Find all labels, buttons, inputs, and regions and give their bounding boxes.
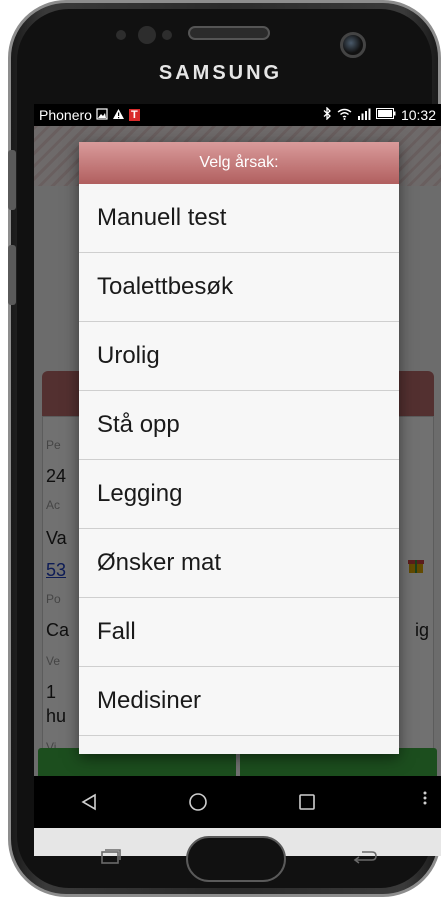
carrier-name: Phonero bbox=[39, 107, 92, 123]
back-key-icon[interactable] bbox=[352, 848, 378, 871]
signal-icon bbox=[357, 108, 371, 123]
reason-item-manual-test[interactable]: Manuell test bbox=[79, 184, 399, 253]
reason-item-fall[interactable]: Fall bbox=[79, 598, 399, 667]
reason-dialog: Velg årsak: Manuell test Toalettbesøk Ur… bbox=[79, 142, 399, 754]
volume-button bbox=[8, 150, 16, 210]
status-bar: Phonero T 10:32 bbox=[34, 104, 441, 126]
reason-item-medicine[interactable]: Medisiner bbox=[79, 667, 399, 736]
wifi-icon bbox=[337, 108, 352, 123]
battery-icon bbox=[375, 108, 396, 122]
front-camera bbox=[340, 32, 366, 58]
more-icon[interactable] bbox=[423, 790, 427, 806]
recents-icon[interactable] bbox=[287, 782, 327, 822]
warning-icon bbox=[112, 108, 125, 123]
status-right: 10:32 bbox=[323, 106, 436, 123]
sensor bbox=[116, 30, 126, 40]
bluetooth-icon bbox=[323, 106, 332, 123]
screen: Phonero T 10:32 Velg årsak: Manuell test… bbox=[34, 104, 441, 856]
navigation-bar bbox=[34, 776, 441, 828]
dialog-title: Velg årsak: bbox=[79, 142, 399, 184]
back-icon[interactable] bbox=[69, 782, 109, 822]
recent-apps-key-icon[interactable] bbox=[98, 848, 122, 871]
brand-logo: SAMSUNG bbox=[158, 62, 283, 84]
image-icon bbox=[96, 107, 108, 123]
sensor bbox=[138, 26, 156, 44]
status-left: Phonero T bbox=[39, 107, 140, 123]
volume-button-lower bbox=[8, 245, 16, 305]
app-badge-icon: T bbox=[128, 109, 140, 121]
earpiece-speaker bbox=[188, 26, 270, 40]
reason-item-restless[interactable]: Urolig bbox=[79, 322, 399, 391]
reason-item-wants-food[interactable]: Ønsker mat bbox=[79, 529, 399, 598]
reason-item-going-to-bed[interactable]: Legging bbox=[79, 460, 399, 529]
physical-home-button[interactable] bbox=[186, 836, 286, 882]
sensor bbox=[162, 30, 172, 40]
home-icon[interactable] bbox=[178, 782, 218, 822]
reason-item-get-up[interactable]: Stå opp bbox=[79, 391, 399, 460]
clock: 10:32 bbox=[400, 107, 436, 123]
reason-item-toilet-visit[interactable]: Toalettbesøk bbox=[79, 253, 399, 322]
